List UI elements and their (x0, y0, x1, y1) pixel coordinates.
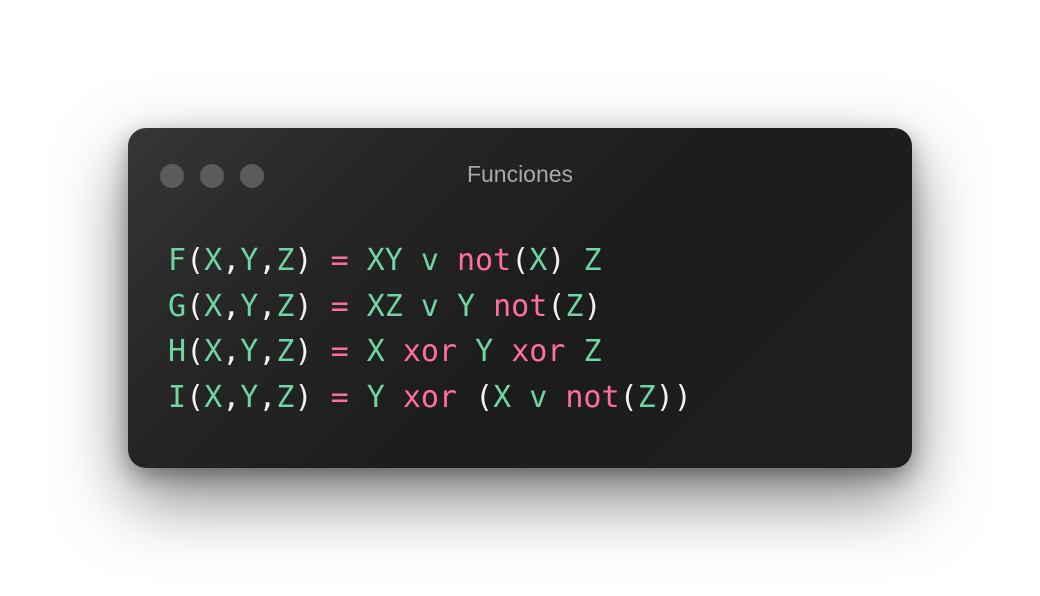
punctuation-token: , (222, 379, 241, 415)
punctuation-token: ) (294, 243, 331, 278)
code-line: H(X,Y,Z) = X xor Y xor Z (168, 329, 692, 375)
variable-token: Z (583, 243, 602, 278)
punctuation-token: , (222, 334, 241, 369)
keyword-token: xor (511, 334, 584, 369)
title-bar: Funciones (128, 128, 912, 224)
punctuation-token: )) (655, 379, 692, 415)
punctuation-token: ( (475, 379, 494, 415)
variable-token: X (529, 243, 548, 278)
punctuation-token: , (222, 288, 241, 324)
variable-token: Z (583, 334, 602, 369)
function-name: H (168, 334, 187, 369)
variable-token: Z (276, 334, 295, 369)
punctuation-token: ) (294, 379, 331, 415)
punctuation-token: , (258, 379, 277, 415)
keyword-token: xor (402, 334, 476, 369)
keyword-token: not (457, 243, 512, 278)
punctuation-token: , (258, 334, 277, 369)
code-window: Funciones F(X,Y,Z) = XY v not(X) Z G(X,Y,… (128, 128, 912, 468)
variable-token: Y (240, 288, 259, 324)
variable-token: Z (276, 379, 295, 415)
variable-token: X (204, 288, 223, 324)
operator-token: = (330, 334, 367, 369)
punctuation-token: ) (294, 334, 331, 369)
punctuation-token: ) (583, 288, 602, 324)
punctuation-token: ( (186, 379, 205, 415)
code-block: F(X,Y,Z) = XY v not(X) Z G(X,Y,Z) = XZ v … (168, 238, 692, 420)
keyword-token: not (493, 288, 548, 324)
punctuation-token: ( (186, 334, 205, 369)
operator-token: = (330, 379, 367, 415)
punctuation-token: ( (186, 243, 205, 278)
variable-token: Y (240, 243, 259, 278)
variable-token: X (204, 243, 223, 278)
operator-token: = (330, 288, 367, 324)
punctuation-token: ( (186, 288, 205, 324)
variable-token: Z (637, 379, 656, 415)
variable-token: Y (475, 334, 512, 369)
variable-token: X (204, 334, 223, 369)
variable-token: Y (240, 334, 259, 369)
punctuation-token: ( (547, 288, 566, 324)
keyword-token: not (565, 379, 620, 415)
punctuation-token: ( (511, 243, 530, 278)
function-name: I (168, 379, 187, 415)
punctuation-token: ) (547, 243, 584, 278)
keyword-token: xor (402, 379, 476, 415)
operator-token: = (330, 243, 367, 278)
code-line: F(X,Y,Z) = XY v not(X) Z (168, 238, 692, 284)
variable-token: Z (565, 288, 584, 324)
punctuation-token: , (258, 243, 277, 278)
variable-token: XZ v Y (366, 288, 494, 324)
code-line: G(X,Y,Z) = XZ v Y not(Z) (168, 284, 692, 330)
punctuation-token: , (222, 243, 241, 278)
variable-token: Y (240, 379, 259, 415)
variable-token: XY v (366, 243, 457, 278)
variable-token: X (204, 379, 223, 415)
variable-token: Z (276, 243, 295, 278)
canvas: Funciones F(X,Y,Z) = XY v not(X) Z G(X,Y,… (0, 0, 1040, 596)
punctuation-token: ( (619, 379, 638, 415)
function-name: G (168, 288, 187, 324)
variable-token: X v (493, 379, 566, 415)
punctuation-token: , (258, 288, 277, 324)
punctuation-token: ) (294, 288, 331, 324)
function-name: F (168, 243, 187, 278)
variable-token: X (366, 334, 403, 369)
code-line: I(X,Y,Z) = Y xor (X v not(Z)) (168, 375, 692, 421)
variable-token: Y (366, 379, 403, 415)
window-title: Funciones (466, 161, 574, 187)
variable-token: Z (276, 288, 295, 324)
